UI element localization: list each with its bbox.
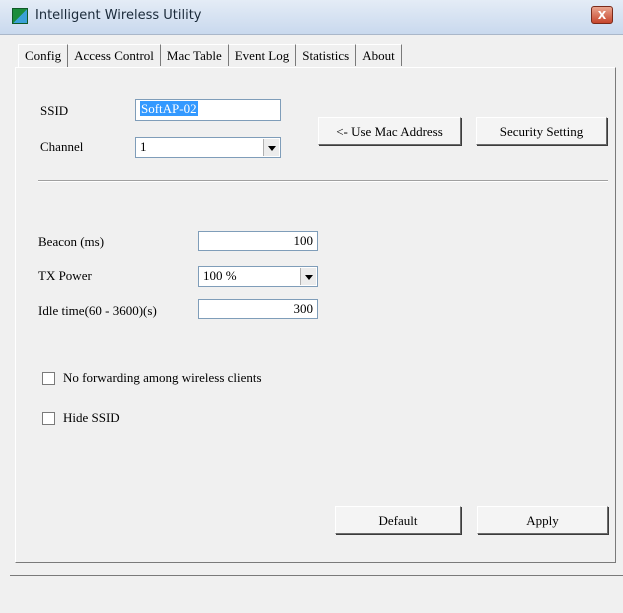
- status-divider: [10, 575, 623, 576]
- tx-power-select[interactable]: 100 %: [198, 266, 318, 287]
- chevron-down-icon[interactable]: [300, 268, 316, 285]
- channel-select[interactable]: 1: [135, 137, 281, 158]
- window-title: Intelligent Wireless Utility: [35, 8, 202, 23]
- main-window: Intelligent Wireless Utility X Config Ac…: [0, 0, 623, 613]
- tx-power-label: TX Power: [38, 268, 92, 283]
- apply-button[interactable]: Apply: [477, 506, 608, 534]
- section-divider: [38, 180, 608, 182]
- no-forwarding-label[interactable]: No forwarding among wireless clients: [63, 370, 262, 386]
- beacon-input[interactable]: 100: [198, 231, 318, 251]
- hide-ssid-checkbox[interactable]: [42, 412, 55, 425]
- ssid-input[interactable]: SoftAP-02: [135, 99, 281, 121]
- tab-event-log[interactable]: Event Log: [228, 44, 297, 66]
- default-button[interactable]: Default: [335, 506, 461, 534]
- tab-access-control[interactable]: Access Control: [68, 44, 161, 66]
- channel-value: 1: [140, 139, 147, 154]
- channel-label: Channel: [40, 139, 84, 154]
- title-bar[interactable]: Intelligent Wireless Utility X: [0, 0, 623, 35]
- security-setting-button[interactable]: Security Setting: [476, 117, 607, 145]
- tx-power-value: 100 %: [203, 268, 237, 283]
- tab-statistics[interactable]: Statistics: [296, 44, 357, 66]
- close-button[interactable]: X: [591, 6, 613, 24]
- wireless-utility-icon: [12, 8, 28, 24]
- idle-time-label: Idle time(60 - 3600)(s): [38, 303, 157, 318]
- hide-ssid-label[interactable]: Hide SSID: [63, 410, 120, 426]
- ssid-value: SoftAP-02: [140, 101, 198, 116]
- no-forwarding-checkbox[interactable]: [42, 372, 55, 385]
- use-mac-address-button[interactable]: <- Use Mac Address: [318, 117, 461, 145]
- tab-mac-table[interactable]: Mac Table: [160, 44, 229, 66]
- chevron-down-icon[interactable]: [263, 139, 279, 156]
- ssid-label: SSID: [40, 103, 69, 118]
- beacon-label: Beacon (ms): [38, 234, 105, 249]
- tab-config[interactable]: Config: [18, 44, 69, 68]
- close-icon: X: [597, 9, 607, 22]
- idle-time-input[interactable]: 300: [198, 299, 318, 319]
- tab-strip: Config Access Control Mac Table Event Lo…: [18, 44, 402, 68]
- tab-about[interactable]: About: [356, 44, 402, 66]
